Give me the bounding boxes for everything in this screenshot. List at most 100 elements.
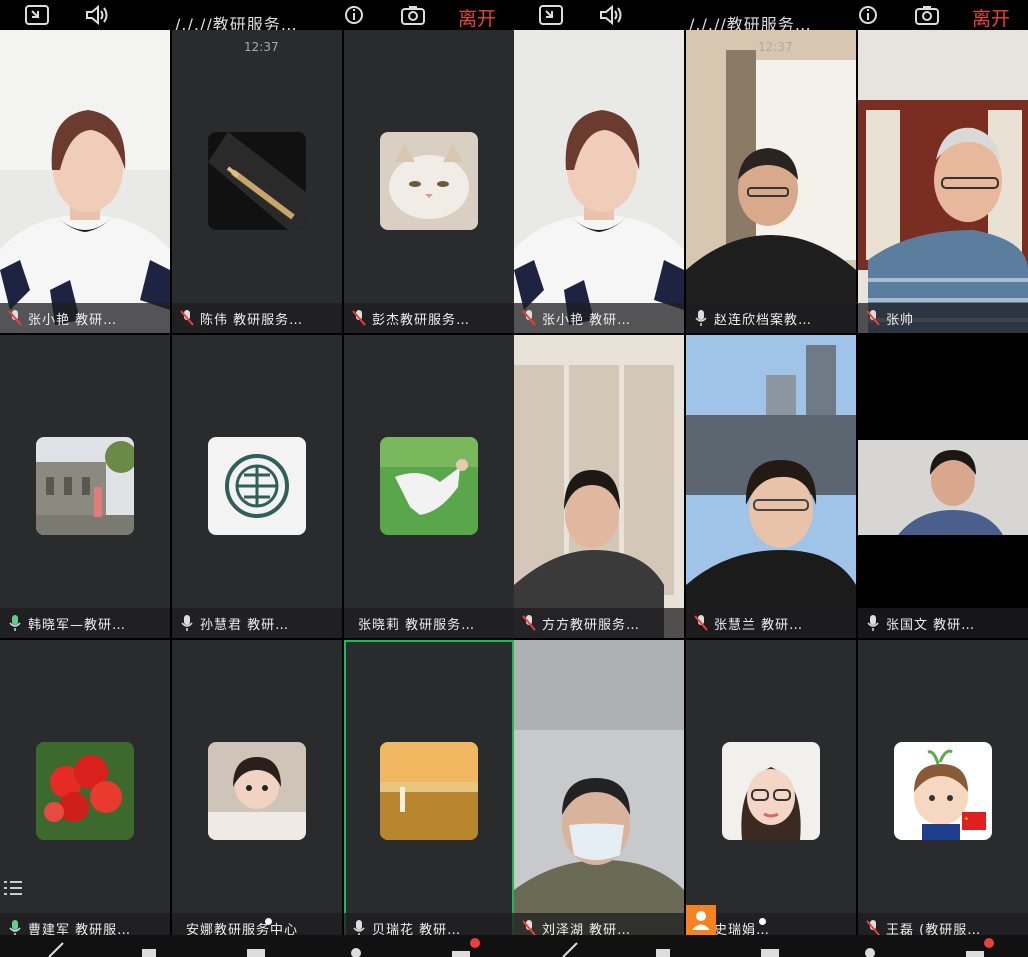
video-icon[interactable]	[654, 941, 676, 957]
share-icon[interactable]	[759, 941, 781, 957]
participant-tile[interactable]: 张帅	[858, 30, 1028, 333]
mic-on-icon[interactable]	[8, 614, 22, 632]
participant-video	[514, 335, 684, 638]
participant-avatar	[894, 742, 992, 840]
participant-video	[514, 640, 684, 943]
leave-button[interactable]: 离开	[458, 4, 496, 31]
mic-muted-icon[interactable]	[694, 614, 708, 632]
switch-camera-icon[interactable]	[914, 4, 940, 26]
name-bar: 彭杰教研服务…	[344, 303, 514, 333]
info-icon[interactable]	[344, 4, 370, 26]
participant-tile[interactable]: 陈伟 教研服务…	[172, 30, 342, 333]
participant-tile-speaking[interactable]: 贝瑞花 教研…	[344, 640, 514, 943]
notification-badge	[470, 938, 480, 948]
participant-name: 方方教研服务…	[542, 617, 641, 633]
participant-video	[858, 335, 1028, 638]
participant-list-icon[interactable]	[4, 880, 22, 896]
participant-tile[interactable]: 张小艳 教研…	[514, 30, 684, 333]
participant-video	[858, 30, 1028, 333]
mic-muted-icon[interactable]	[522, 309, 536, 327]
participant-tile[interactable]: 赵连欣档案教…	[686, 30, 856, 333]
meeting-screen-left: /././/教研服务… 离开 12:37 张小艳 教研… 陈伟 教研服务… 彭杰…	[0, 0, 514, 957]
participant-tile[interactable]: 张晓莉 教研服务…	[344, 335, 514, 638]
participants-icon[interactable]	[345, 941, 367, 957]
mic-muted-icon[interactable]	[180, 309, 194, 327]
name-bar: 张国文 教研…	[858, 608, 1028, 638]
mic-on-icon[interactable]	[866, 614, 880, 632]
participant-name: 张小艳 教研…	[542, 312, 632, 328]
name-bar: 韩晓军—教研…	[0, 608, 170, 638]
participant-tile[interactable]: 孙慧君 教研…	[172, 335, 342, 638]
participant-tile[interactable]: 韩晓军—教研…	[0, 335, 170, 638]
page-indicator-dot	[265, 918, 272, 925]
mic-muted-icon[interactable]	[8, 309, 22, 327]
speaker-icon[interactable]	[598, 4, 624, 26]
participant-grid: 张小艳 教研… 赵连欣档案教… 张帅 方方教研服务… 张慧兰 教研… 张国文 教…	[514, 30, 1028, 943]
participant-grid: 张小艳 教研… 陈伟 教研服务… 彭杰教研服务… 韩晓军—教研… 孙慧君 教研……	[0, 30, 514, 943]
top-bar: /././/教研服务… 离开	[514, 0, 1028, 34]
participant-tile[interactable]: 王磊 (教研服…	[858, 640, 1028, 943]
participant-tile[interactable]: 史瑞娟…	[686, 640, 856, 943]
participant-tile[interactable]: 方方教研服务…	[514, 335, 684, 638]
mute-icon[interactable]	[559, 941, 581, 957]
mic-muted-icon[interactable]	[866, 309, 880, 327]
participant-avatar	[208, 742, 306, 840]
switch-camera-icon[interactable]	[400, 4, 426, 26]
more-icon[interactable]	[964, 941, 986, 957]
speaker-icon[interactable]	[84, 4, 110, 26]
participant-name: 彭杰教研服务…	[372, 312, 471, 328]
participant-avatar	[380, 132, 478, 230]
participant-avatar	[208, 132, 306, 230]
name-bar: 孙慧君 教研…	[172, 608, 342, 638]
minimize-window-icon[interactable]	[24, 4, 50, 26]
name-bar: 陈伟 教研服务…	[172, 303, 342, 333]
self-view-icon[interactable]	[686, 905, 716, 935]
video-icon[interactable]	[140, 941, 162, 957]
name-bar: 张小艳 教研…	[514, 303, 684, 333]
participant-avatar	[36, 742, 134, 840]
mic-on-icon[interactable]	[694, 309, 708, 327]
meeting-time: 12:37	[244, 40, 279, 54]
share-icon[interactable]	[245, 941, 267, 957]
participant-name: 张帅	[886, 312, 915, 328]
participant-tile[interactable]: 张慧兰 教研…	[686, 335, 856, 638]
participant-tile[interactable]: 彭杰教研服务…	[344, 30, 514, 333]
name-bar: 张帅	[858, 303, 1028, 333]
leave-button[interactable]: 离开	[972, 4, 1010, 31]
more-icon[interactable]	[450, 941, 472, 957]
meeting-screen-right: /././/教研服务… 离开 12:37 张小艳 教研… 赵连欣档案教… 张帅 …	[514, 0, 1028, 957]
participant-tile[interactable]: 曹建军 教研服…	[0, 640, 170, 943]
participant-name: 陈伟 教研服务…	[200, 312, 304, 328]
participant-avatar	[722, 742, 820, 840]
name-bar: 张慧兰 教研…	[686, 608, 856, 638]
mic-muted-icon[interactable]	[522, 614, 536, 632]
minimize-window-icon[interactable]	[538, 4, 564, 26]
participant-video	[686, 335, 856, 638]
participant-video	[0, 30, 170, 333]
participant-name: 韩晓军—教研…	[28, 617, 127, 633]
participant-video	[686, 30, 856, 333]
person-icon	[692, 911, 710, 930]
mute-icon[interactable]	[45, 941, 67, 957]
meeting-time: 12:37	[758, 40, 793, 54]
participant-tile[interactable]: 安娜教研服务中心	[172, 640, 342, 943]
participant-name: 赵连欣档案教…	[714, 312, 813, 328]
participant-tile[interactable]: 张国文 教研…	[858, 335, 1028, 638]
mic-muted-icon[interactable]	[352, 309, 366, 327]
participant-name: 孙慧君 教研…	[200, 617, 290, 633]
name-bar: 张晓莉 教研服务…	[344, 608, 514, 638]
participants-icon[interactable]	[859, 941, 881, 957]
mic-on-icon[interactable]	[180, 614, 194, 632]
participant-tile[interactable]: 张小艳 教研…	[0, 30, 170, 333]
page-indicator-dot	[759, 918, 766, 925]
participant-avatar	[380, 437, 478, 535]
participant-video	[514, 30, 684, 333]
participant-name: 张小艳 教研…	[28, 312, 118, 328]
bottom-toolbar	[0, 935, 514, 957]
participant-tile[interactable]: 刘泽湖 教研…	[514, 640, 684, 943]
top-bar: /././/教研服务… 离开	[0, 0, 514, 34]
participant-avatar	[36, 437, 134, 535]
info-icon[interactable]	[858, 4, 884, 26]
name-bar: 方方教研服务…	[514, 608, 684, 638]
participant-avatar	[380, 742, 478, 840]
